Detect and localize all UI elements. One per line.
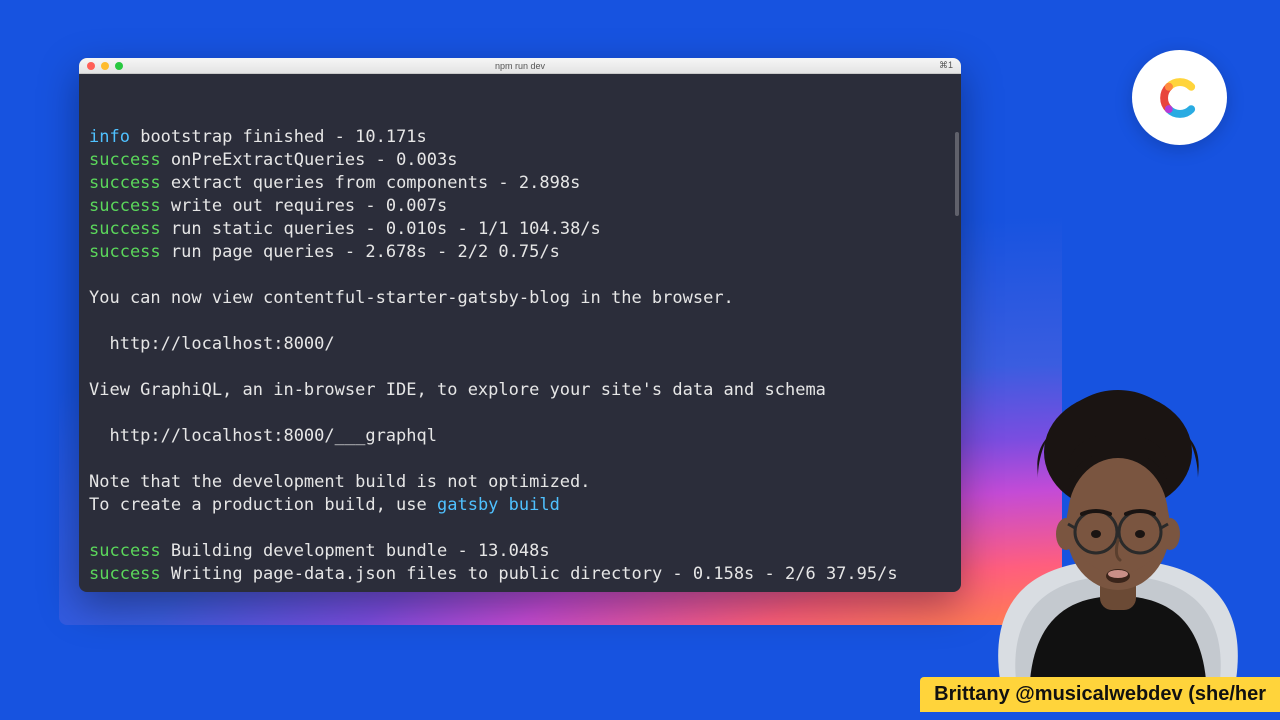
- terminal-line: [89, 356, 951, 379]
- log-message: View GraphiQL, an in-browser IDE, to exp…: [89, 380, 826, 400]
- terminal-line: To create a production build, use gatsby…: [89, 494, 951, 517]
- log-tag-success: success: [89, 150, 161, 170]
- terminal-line: [89, 310, 951, 333]
- log-tag-success: success: [89, 541, 161, 561]
- terminal-output[interactable]: info bootstrap finished - 10.171ssuccess…: [79, 74, 961, 592]
- window-shortcut: ⌘1: [939, 60, 953, 71]
- log-message: You can now view contentful-starter-gats…: [89, 288, 734, 308]
- terminal-line: Note that the development build is not o…: [89, 471, 951, 494]
- brand-badge: [1132, 50, 1227, 145]
- terminal-line: success Building development bundle - 13…: [89, 540, 951, 563]
- log-message: http://localhost:8000/: [89, 334, 335, 354]
- terminal-line: http://localhost:8000/: [89, 333, 951, 356]
- log-tag-success: success: [89, 173, 161, 193]
- log-tag-success: success: [89, 219, 161, 239]
- terminal-line: View GraphiQL, an in-browser IDE, to exp…: [89, 379, 951, 402]
- terminal-line: http://localhost:8000/___graphql: [89, 425, 951, 448]
- window-titlebar[interactable]: npm run dev ⌘1: [79, 58, 961, 74]
- log-message: onPreExtractQueries - 0.003s: [171, 150, 458, 170]
- log-message: http://localhost:8000/___graphql: [89, 426, 437, 446]
- log-message: Note that the development build is not o…: [89, 472, 591, 492]
- window-title: npm run dev: [79, 61, 961, 71]
- presenter-name-banner: Brittany @musicalwebdev (she/her: [920, 677, 1280, 712]
- terminal-line: success onPreExtractQueries - 0.003s: [89, 149, 951, 172]
- terminal-line: [89, 402, 951, 425]
- terminal-line: success run static queries - 0.010s - 1/…: [89, 218, 951, 241]
- log-tag-success: success: [89, 564, 161, 584]
- log-tag-info: info: [89, 127, 130, 147]
- video-frame: npm run dev ⌘1 info bootstrap finished -…: [0, 0, 1280, 720]
- terminal-line: [89, 517, 951, 540]
- terminal-line: info bootstrap finished - 10.171s: [89, 126, 951, 149]
- log-message: bootstrap finished - 10.171s: [140, 127, 427, 147]
- terminal-line: success write out requires - 0.007s: [89, 195, 951, 218]
- log-message: write out requires - 0.007s: [171, 196, 447, 216]
- presenter-webcam: [960, 350, 1276, 680]
- log-message: extract queries from components - 2.898s: [171, 173, 580, 193]
- terminal-scrollbar[interactable]: [955, 132, 959, 216]
- terminal-line: You can now view contentful-starter-gats…: [89, 287, 951, 310]
- log-message: Writing page-data.json files to public d…: [171, 564, 898, 584]
- log-message: Building development bundle - 13.048s: [171, 541, 550, 561]
- log-tag-success: success: [89, 196, 161, 216]
- log-command: gatsby build: [437, 495, 560, 515]
- log-tag-success: success: [89, 242, 161, 262]
- log-message: To create a production build, use: [89, 495, 437, 515]
- contentful-logo-icon: [1152, 70, 1208, 126]
- terminal-line: success extract queries from components …: [89, 172, 951, 195]
- terminal-line: success run page queries - 2.678s - 2/2 …: [89, 241, 951, 264]
- log-message: run page queries - 2.678s - 2/2 0.75/s: [171, 242, 560, 262]
- terminal-line: [89, 448, 951, 471]
- log-message: run static queries - 0.010s - 1/1 104.38…: [171, 219, 601, 239]
- terminal-line: success Writing page-data.json files to …: [89, 563, 951, 586]
- terminal-window[interactable]: npm run dev ⌘1 info bootstrap finished -…: [79, 58, 961, 592]
- terminal-line: [89, 264, 951, 287]
